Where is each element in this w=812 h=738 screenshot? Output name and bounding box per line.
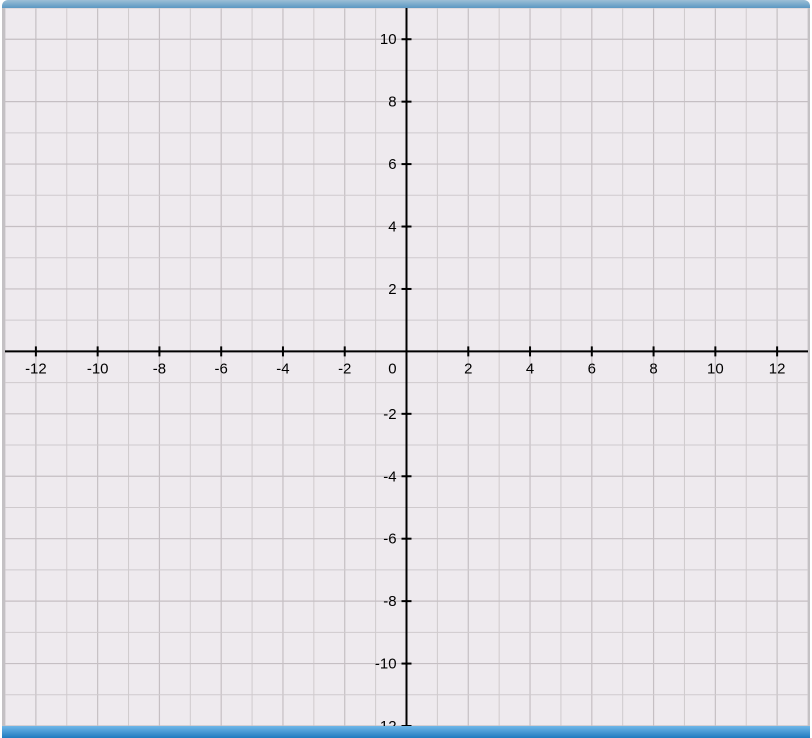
x-tick-label: 4 — [526, 360, 534, 377]
y-tick-label: 4 — [388, 219, 396, 236]
y-tick-label: -8 — [383, 593, 396, 610]
app-frame: -12 -10 -8 -6 -4 -2 0 2 4 6 8 10 12 -12 -10 -8 -6 -4 -2 2 4 6… — [0, 0, 812, 738]
plot-area[interactable]: -12 -10 -8 -6 -4 -2 0 2 4 6 8 10 12 -12 -10 -8 -6 -4 -2 2 4 6… — [2, 8, 810, 726]
y-tick-label: 2 — [388, 281, 396, 298]
x-tick-label: -8 — [153, 360, 166, 377]
x-tick-label: 10 — [707, 360, 724, 377]
x-tick-label: 12 — [769, 360, 786, 377]
y-tick-label: -2 — [383, 406, 396, 423]
window-bottom-bar — [2, 726, 810, 738]
y-tick-label: -10 — [375, 656, 397, 673]
y-tick-label: -4 — [383, 468, 396, 485]
x-tick-label: -4 — [276, 360, 289, 377]
x-tick-label: -2 — [338, 360, 351, 377]
x-tick-label: -12 — [25, 360, 47, 377]
y-tick-label: 8 — [388, 94, 396, 111]
coordinate-grid: -12 -10 -8 -6 -4 -2 0 2 4 6 8 10 12 -12 -10 -8 -6 -4 -2 2 4 6… — [5, 8, 808, 726]
x-tick-label: 0 — [388, 360, 396, 377]
x-tick-label: -10 — [87, 360, 109, 377]
x-tick-label: 2 — [464, 360, 472, 377]
y-tick-label: 10 — [380, 31, 397, 48]
x-tick-label: -6 — [215, 360, 228, 377]
y-tick-label: 6 — [388, 156, 396, 173]
y-tick-label: -12 — [375, 718, 397, 726]
window-top-bar — [2, 0, 810, 8]
x-tick-label: 6 — [588, 360, 596, 377]
x-tick-label: 8 — [649, 360, 657, 377]
y-tick-label: -6 — [383, 531, 396, 548]
